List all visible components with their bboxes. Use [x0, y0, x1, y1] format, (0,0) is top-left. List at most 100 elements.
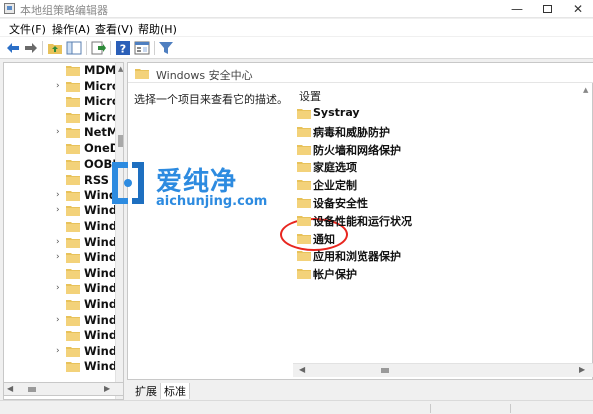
- tree-item-label: Windows: [84, 234, 118, 249]
- settings-list-item[interactable]: Systray: [297, 105, 497, 121]
- export-list-icon[interactable]: [90, 40, 106, 56]
- window-title: 本地组策略编辑器: [20, 4, 108, 17]
- scroll-thumb[interactable]: [118, 135, 123, 147]
- settings-list-item-label: Systray: [313, 106, 360, 119]
- settings-list-item-label: 家庭选项: [313, 161, 357, 175]
- tree-item[interactable]: Windows: [4, 359, 123, 374]
- tree-item[interactable]: › NetMeeting: [4, 125, 123, 140]
- tree-item-label: Windows: [84, 328, 118, 343]
- scroll-right-arrow-icon[interactable]: ▶: [579, 365, 585, 374]
- maximize-icon: [542, 4, 552, 13]
- details-horizontal-scrollbar[interactable]: ◀ ▶: [293, 363, 593, 377]
- menu-help[interactable]: 帮助(H): [138, 21, 177, 37]
- settings-list-item[interactable]: 应用和浏览器保护: [297, 247, 497, 263]
- settings-list-item[interactable]: 防火墙和网络保护: [297, 141, 497, 157]
- expand-chevron-icon[interactable]: ›: [56, 237, 60, 247]
- expand-chevron-icon[interactable]: ›: [56, 190, 60, 200]
- settings-list-item[interactable]: 企业定制: [297, 176, 497, 192]
- settings-list-item-label: 防火墙和网络保护: [313, 143, 401, 157]
- settings-list-item[interactable]: 设备安全性: [297, 194, 497, 210]
- expand-chevron-icon[interactable]: ›: [56, 252, 60, 262]
- expand-chevron-icon[interactable]: ›: [56, 81, 60, 91]
- settings-list-item[interactable]: 通知: [297, 230, 497, 246]
- tree-item[interactable]: ›Windows: [4, 188, 123, 203]
- tree-item-label: Windows: [84, 250, 118, 265]
- expand-chevron-icon[interactable]: ›: [56, 283, 60, 293]
- up-folder-icon[interactable]: [47, 40, 63, 56]
- settings-list-item[interactable]: 设备性能和运行状况: [297, 212, 497, 228]
- tab-standard[interactable]: 标准: [160, 383, 190, 399]
- expand-chevron-icon[interactable]: ›: [56, 346, 60, 356]
- tree-item[interactable]: OneDrive: [4, 141, 123, 156]
- tree-item-label: Microsoft: [84, 78, 118, 93]
- tree-item[interactable]: › Windows: [4, 312, 123, 328]
- settings-list-item[interactable]: 家庭选项: [297, 158, 497, 174]
- folder-icon: [297, 109, 311, 119]
- scroll-left-arrow-icon[interactable]: ◀: [299, 365, 305, 374]
- tree-pane[interactable]: Windows›WindowsWindows›WindowsWindows›Wi…: [3, 62, 124, 400]
- tree-item[interactable]: RSS 源: [4, 172, 123, 187]
- tree-item[interactable]: Windows: [4, 219, 123, 234]
- folder-icon: [66, 112, 80, 123]
- properties-icon[interactable]: [134, 40, 150, 56]
- column-header-settings[interactable]: 设置: [299, 88, 321, 104]
- tree-item-label: Windows: [84, 359, 118, 374]
- folder-icon: [297, 126, 311, 137]
- tree-item[interactable]: OOBE: [4, 157, 123, 172]
- show-hide-tree-icon[interactable]: [66, 40, 82, 56]
- tree-item-label: Windows: [84, 312, 118, 327]
- expand-chevron-icon[interactable]: ›: [56, 205, 60, 215]
- menu-view[interactable]: 查看(V): [95, 21, 133, 37]
- tree-horizontal-scrollbar[interactable]: ◀ ▶: [3, 382, 124, 396]
- settings-list-item-label: 应用和浏览器保护: [313, 250, 401, 264]
- tree-item[interactable]: › Windows: [4, 343, 123, 359]
- scroll-right-arrow-icon[interactable]: ▶: [104, 384, 110, 393]
- tree-item-label: Windows: [84, 343, 118, 358]
- scroll-left-arrow-icon[interactable]: ◀: [7, 384, 13, 393]
- scroll-thumb[interactable]: [28, 387, 36, 392]
- minimize-button[interactable]: —: [502, 0, 532, 18]
- tree-item[interactable]: Microsoft: [4, 94, 123, 109]
- tree-item[interactable]: › Microsoft: [4, 78, 123, 94]
- tree-item[interactable]: ›Windows: [4, 203, 123, 218]
- scroll-up-arrow-icon[interactable]: ▲: [583, 86, 588, 94]
- folder-icon: [297, 180, 311, 191]
- folder-icon: [66, 190, 80, 201]
- close-button[interactable]: ✕: [563, 0, 593, 18]
- filter-icon[interactable]: [158, 40, 174, 56]
- tab-extended[interactable]: 扩展: [132, 383, 160, 399]
- tree-item[interactable]: ›Windows: [4, 281, 123, 296]
- folder-icon: [297, 198, 311, 208]
- tree-item[interactable]: Microsoft: [4, 110, 123, 125]
- forward-arrow-icon[interactable]: [23, 40, 39, 56]
- folder-icon: [66, 346, 80, 357]
- tree-item[interactable]: Windows: [4, 297, 123, 312]
- expand-chevron-icon[interactable]: ›: [56, 127, 60, 137]
- details-vertical-scrollbar[interactable]: ▲: [580, 84, 592, 363]
- watermark-title: 爱纯净: [156, 167, 238, 197]
- maximize-button[interactable]: [532, 0, 562, 18]
- tree-item[interactable]: › Windows: [4, 250, 123, 265]
- scroll-thumb[interactable]: [381, 368, 389, 373]
- settings-list-item[interactable]: 帐户保护: [297, 265, 497, 281]
- tree-item[interactable]: Windows: [4, 266, 123, 281]
- tree-item[interactable]: Windows: [4, 328, 123, 343]
- help-icon[interactable]: ?: [115, 40, 131, 56]
- scroll-up-arrow-icon[interactable]: ▲: [118, 65, 123, 73]
- toolbar-separator: [154, 41, 155, 55]
- tree-vertical-scrollbar[interactable]: ▲: [115, 63, 123, 399]
- tree-item-label: MDM: [84, 63, 117, 77]
- folder-icon: [66, 81, 80, 92]
- expand-chevron-icon[interactable]: ›: [56, 315, 60, 325]
- menu-file[interactable]: 文件(F): [9, 21, 46, 37]
- folder-icon: [297, 233, 311, 244]
- tree-item[interactable]: MDM: [4, 63, 123, 78]
- back-arrow-icon[interactable]: [5, 40, 21, 56]
- tree-item[interactable]: › Windows: [4, 234, 123, 250]
- title-bar: 本地组策略编辑器 — ✕: [0, 0, 593, 18]
- settings-list-item[interactable]: 病毒和威胁防护: [297, 123, 497, 139]
- description-text: 选择一个项目来查看它的描述。: [134, 93, 288, 106]
- menu-action[interactable]: 操作(A): [52, 21, 90, 37]
- settings-list-item-label: 设备安全性: [313, 197, 368, 210]
- folder-icon: [135, 69, 149, 79]
